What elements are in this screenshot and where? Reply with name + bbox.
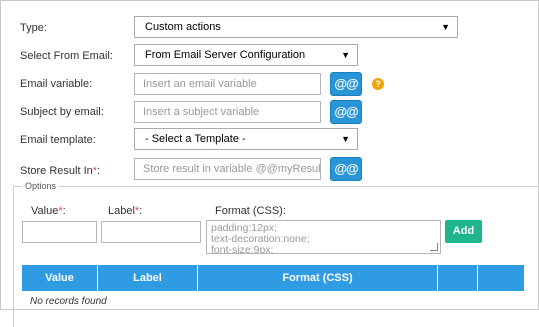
column-header-format[interactable]: Format (CSS) (198, 265, 438, 291)
value-label-text: Value (31, 205, 59, 217)
label-label: Label*: (108, 205, 142, 217)
store-result-label: Store Result In*: (20, 165, 100, 177)
select-from-email-select[interactable]: From Email Server Configuration ▼ (134, 44, 358, 66)
store-result-insert-button[interactable]: @@ (330, 157, 362, 181)
label-label-text: Label (108, 205, 135, 217)
options-table-header: Value Label Format (CSS) (22, 265, 524, 291)
email-variable-input[interactable]: Insert an email variable (134, 73, 321, 95)
help-icon[interactable]: ? (372, 78, 384, 90)
add-button[interactable]: Add (445, 220, 482, 243)
type-select[interactable]: Custom actions ▼ (134, 16, 458, 38)
chevron-down-icon: ▼ (441, 22, 450, 32)
column-header-delete (478, 265, 524, 291)
email-template-value: - Select a Template - (145, 133, 246, 145)
chevron-down-icon: ▼ (341, 50, 350, 60)
select-from-email-label: Select From Email: (20, 50, 113, 62)
column-header-edit (438, 265, 478, 291)
column-header-label[interactable]: Label (98, 265, 198, 291)
store-result-input[interactable]: Store result in variable @@myResult (134, 158, 321, 180)
value-label: Value*: (31, 205, 66, 217)
option-label-input[interactable] (101, 221, 201, 243)
format-label: Format (CSS): (215, 205, 286, 217)
email-variable-insert-button[interactable]: @@ (330, 72, 362, 96)
column-header-value[interactable]: Value (22, 265, 98, 291)
select-from-email-value: From Email Server Configuration (145, 49, 306, 61)
subject-input[interactable]: Insert a subject variable (134, 101, 321, 123)
colon: : (62, 205, 66, 217)
subject-insert-button[interactable]: @@ (330, 100, 362, 124)
no-records-text: No records found (30, 296, 107, 307)
subject-label: Subject by email: (20, 106, 104, 118)
type-label: Type: (20, 22, 47, 34)
colon: : (97, 165, 101, 177)
resize-handle-icon[interactable] (430, 243, 438, 251)
store-result-label-text: Store Result In (20, 165, 93, 177)
format-line: font-size:9px; (211, 244, 274, 254)
option-value-input[interactable] (22, 221, 97, 243)
type-select-value: Custom actions (145, 21, 221, 33)
colon: : (139, 205, 143, 217)
options-legend: Options (22, 181, 60, 191)
chevron-down-icon: ▼ (341, 134, 350, 144)
format-css-textarea[interactable]: padding:12px; text-decoration:none; font… (206, 220, 441, 254)
email-template-select[interactable]: - Select a Template - ▼ (134, 128, 358, 150)
email-template-label: Email template: (20, 134, 96, 146)
email-variable-label: Email variable: (20, 78, 93, 90)
